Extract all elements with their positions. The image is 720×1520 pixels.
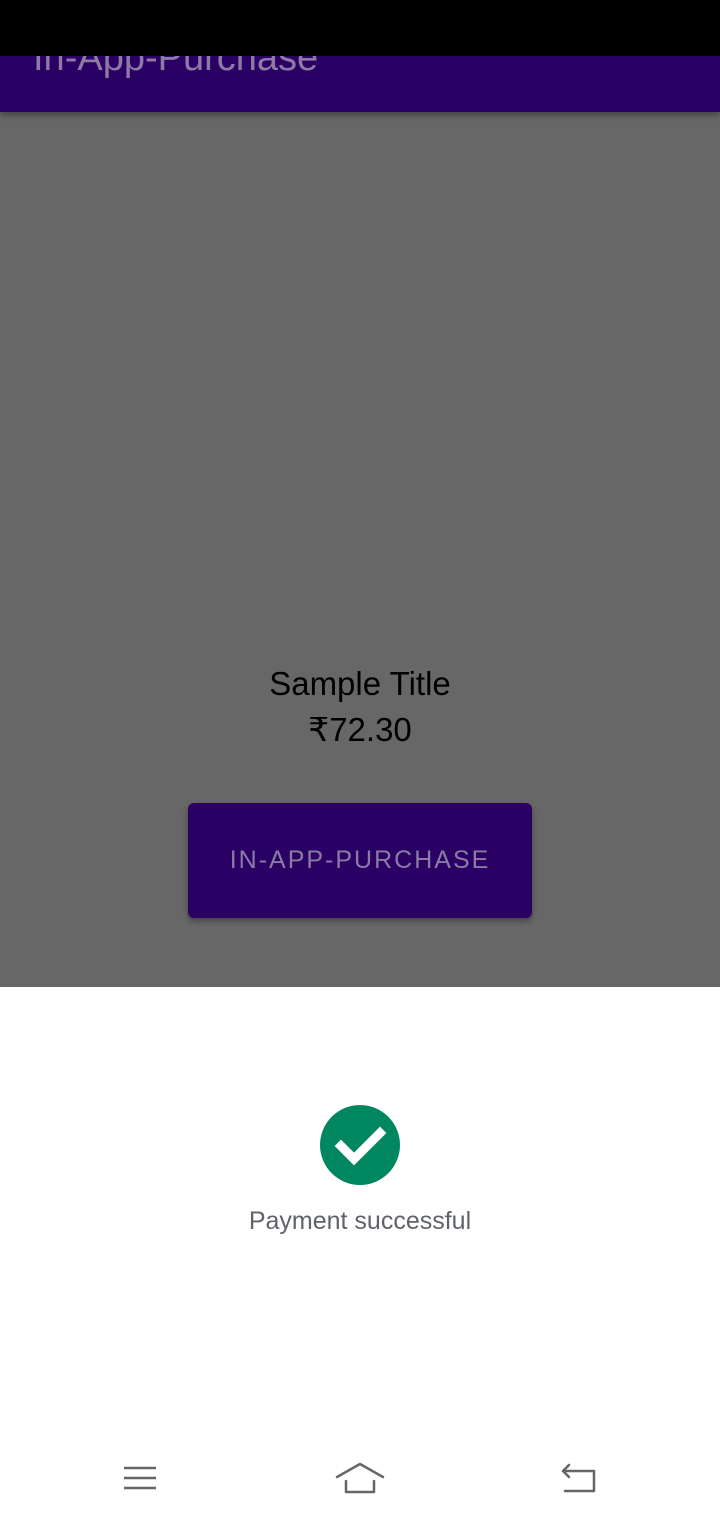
menu-icon [124,1466,156,1490]
status-bar [0,0,720,56]
in-app-purchase-button[interactable]: IN-APP-PURCHASE [188,803,532,918]
product-price: ₹72.30 [308,711,412,748]
back-button[interactable] [549,1454,609,1502]
home-icon [335,1462,385,1494]
back-icon [561,1463,596,1493]
navigation-bar [0,1436,720,1520]
product-title: Sample Title [269,665,451,702]
check-circle-icon [320,1105,400,1185]
main-content: Sample Title ₹72.30 IN-APP-PURCHASE [0,112,720,987]
screen: In-App-Purchase Sample Title ₹72.30 IN-A… [0,0,720,1520]
menu-button[interactable] [110,1454,170,1502]
payment-status-text: Payment successful [248,1207,472,1235]
home-button[interactable] [330,1454,390,1502]
